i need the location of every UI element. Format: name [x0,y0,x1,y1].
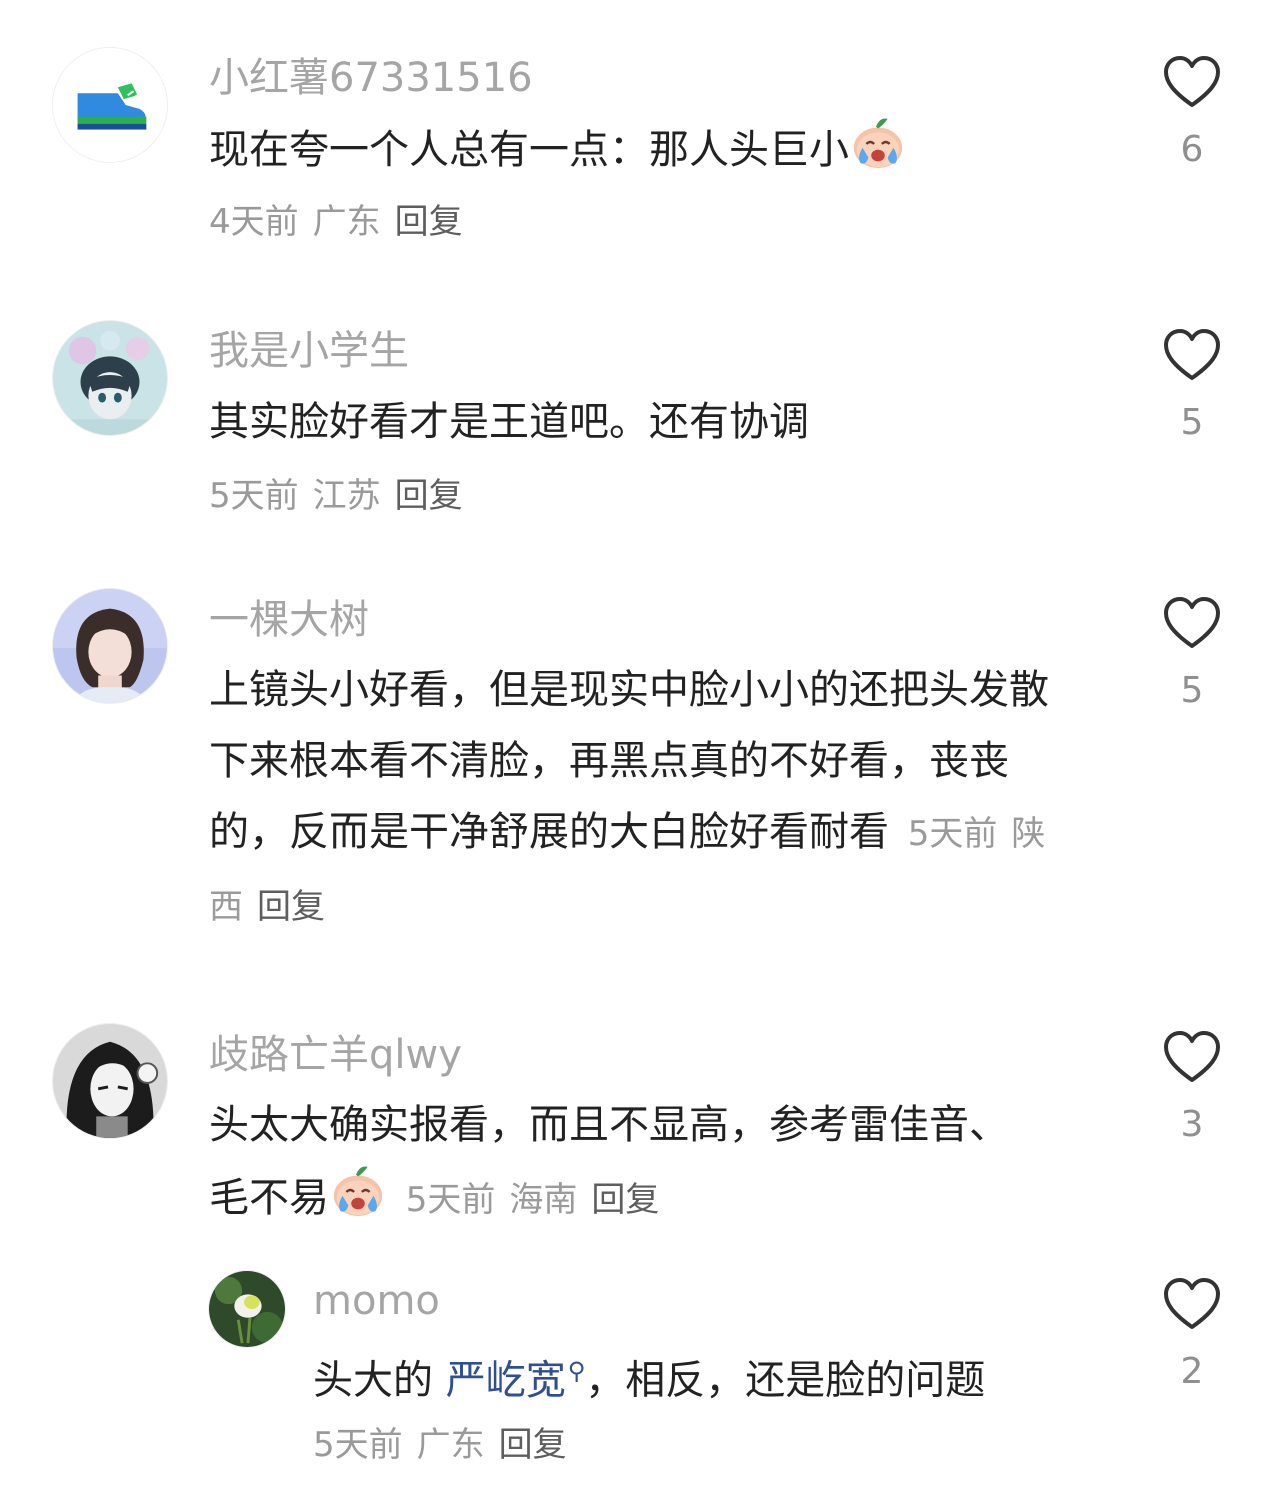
heart-icon[interactable] [1162,328,1222,382]
like-count: 3 [1180,1104,1204,1145]
reply-button[interactable]: 回复 [499,1425,567,1465]
reply-text-container: 头大的 严屹宽⚲，相反，还是脸的问题 [313,1336,1133,1416]
like-button[interactable]: 3 [1150,1030,1234,1150]
comment-text-container: 其实脸好看才是王道吧。还有协调 [209,387,1089,458]
avatar[interactable] [52,1023,168,1139]
comment-location: 广东 [312,202,381,242]
reply-meta: 5天前 广东 回复 [313,1421,567,1469]
comment-text-container: 现在夸一个人总有一点：那人头巨小 [209,113,1089,186]
sneaker-icon [53,48,167,162]
like-button[interactable]: 5 [1150,596,1234,716]
search-icon[interactable]: ⚲ [568,1357,586,1385]
comment-location: 海南 [509,1180,578,1220]
girl-photo-avatar-icon [53,589,167,703]
like-button[interactable]: 6 [1150,55,1234,175]
avatar[interactable] [52,47,168,163]
reply-text-after: ，相反，还是脸的问题 [585,1357,986,1404]
reply-button[interactable]: 回复 [257,887,325,927]
comment-time: 5天前 [907,814,998,854]
flower-avatar-icon [209,1271,285,1347]
heart-icon[interactable] [1162,1030,1222,1084]
like-count: 5 [1180,402,1204,443]
reply-text-before: 头大的 [313,1357,446,1404]
avatar[interactable] [52,588,168,704]
like-count: 5 [1180,670,1204,711]
comment-text: 其实脸好看才是王道吧。还有协调 [209,399,809,445]
comment-username[interactable]: 一棵大树 [209,592,369,648]
comment-time: 4天前 [209,202,299,242]
comment-text: 现在夸一个人总有一点：那人头巨小 [209,127,849,173]
comment-meta: 5天前 海南 回复 [406,1180,660,1220]
heart-icon[interactable] [1162,596,1222,650]
comment-username[interactable]: 歧路亡羊qlwy [209,1027,462,1083]
comment-time: 5天前 [209,476,299,516]
reply-location: 广东 [416,1425,485,1465]
heart-icon[interactable] [1162,1277,1222,1331]
comment-username[interactable]: 我是小学生 [209,323,409,379]
crying-peach-emoji-icon [849,113,907,171]
anime-boy-avatar-icon [53,321,167,435]
comment-text-container: 头太大确实报看，而且不显高，参考雷佳音、毛不易 5天前 海南 回复 [209,1090,1039,1236]
comment-username[interactable]: 小红薯67331516 [209,50,533,106]
like-button[interactable]: 2 [1150,1277,1234,1397]
avatar[interactable] [208,1270,286,1348]
manga-girl-avatar-icon [53,1024,167,1138]
mention-link[interactable]: 严屹宽 [446,1357,566,1403]
reply-username[interactable]: momo [313,1273,440,1329]
crying-peach-emoji-icon [329,1161,387,1219]
heart-icon[interactable] [1162,55,1222,109]
comment-location: 江苏 [312,476,381,516]
comment-meta: 4天前 广东 回复 [209,198,463,246]
reply-button[interactable]: 回复 [395,202,463,242]
like-count: 6 [1180,129,1204,170]
reply-button[interactable]: 回复 [591,1180,659,1220]
like-button[interactable]: 5 [1150,328,1234,448]
like-count: 2 [1180,1351,1204,1392]
avatar[interactable] [52,320,168,436]
comment-meta: 5天前 江苏 回复 [209,472,463,520]
reply-time: 5天前 [313,1425,403,1465]
reply-button[interactable]: 回复 [395,476,463,516]
comment-time: 5天前 [405,1180,496,1220]
comment-text-container: 上镜头小好看，但是现实中脸小小的还把头发散下来根本看不清脸，再黑点真的不好看，丧… [209,655,1079,943]
